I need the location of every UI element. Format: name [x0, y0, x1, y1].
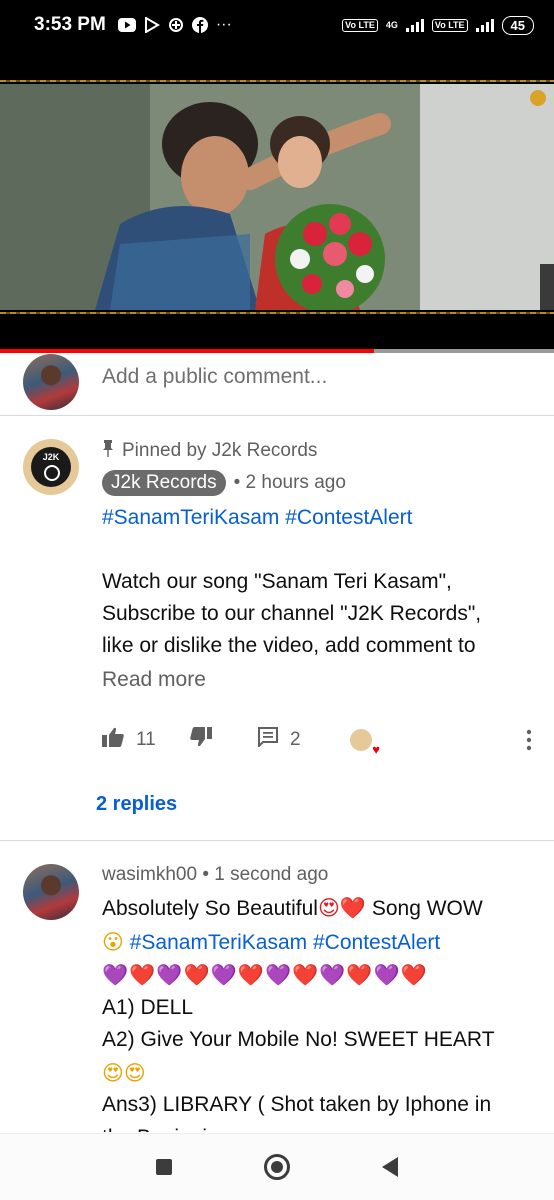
purple-heart: 💜: [102, 963, 130, 987]
comment-body-line: like or dislike the video, add comment t…: [102, 634, 476, 657]
pinned-label-row: Pinned by J2k Records: [102, 439, 317, 463]
purple-heart: 💜: [210, 963, 238, 987]
more-notifications: ···: [215, 16, 232, 33]
video-player[interactable]: [0, 50, 554, 353]
comment-body-line: Watch our song "Sanam Teri Kasam",: [102, 570, 452, 593]
home-button[interactable]: [264, 1154, 290, 1180]
comment-text: Song WOW: [366, 897, 483, 920]
answer-2-emoji: 😍😍: [102, 1060, 146, 1085]
comment-time: • 2 hours ago: [233, 472, 346, 493]
user-avatar: [23, 354, 79, 410]
video-thumbnail-image: [0, 84, 554, 310]
signal-icon: [405, 18, 424, 32]
thumbs-up-icon: [102, 727, 124, 753]
reply-count: 2: [290, 729, 301, 750]
add-comment-row[interactable]: Add a public comment...: [0, 353, 554, 416]
system-nav-bar: [0, 1133, 554, 1200]
facebook-icon: [191, 17, 208, 33]
volte-badge: Vo LTE: [342, 18, 378, 32]
commenter-avatar[interactable]: [23, 864, 79, 920]
app-notification-icon: [168, 17, 184, 33]
comment-hashtags[interactable]: #SanamTeriKasam #ContestAlert: [102, 502, 522, 534]
red-heart: ❤️: [346, 963, 374, 987]
reply-button[interactable]: 2: [258, 727, 350, 753]
pinned-comment: J2K Pinned by J2k Records J2k Records • …: [0, 417, 554, 841]
video-border-bottom: [0, 312, 554, 314]
red-heart: ❤️: [237, 963, 265, 987]
comment-time: • 1 second ago: [202, 864, 329, 885]
volte-badge-2: Vo LTE: [431, 18, 468, 32]
comment-line-2: 😮 #SanamTeriKasam #ContestAlert: [102, 926, 522, 960]
system-icons: Vo LTE 4G Vo LTE 45: [342, 15, 534, 35]
channel-avatar[interactable]: J2K: [23, 439, 79, 495]
comment-icon: [258, 727, 278, 753]
notification-icons: ···: [117, 16, 232, 34]
signal-icon-2: [475, 18, 494, 32]
status-bar: 3:53 PM ··· Vo LTE 4G Vo LTE 45: [0, 0, 554, 50]
purple-heart: 💜: [319, 963, 347, 987]
answer-2: A2) Give Your Mobile No! SWEET HEART: [102, 1028, 495, 1051]
answer-3: Ans3) LIBRARY ( Shot taken by Iphone in: [102, 1093, 492, 1116]
avatar-text: J2K: [42, 452, 60, 462]
emoji: 😍❤️: [317, 896, 367, 920]
comment-body-line: Subscribe to our channel "J2K Records",: [102, 602, 482, 625]
pinned-label: Pinned by J2k Records: [122, 440, 318, 461]
network-type: 4G: [385, 20, 398, 30]
purple-heart: 💜: [373, 963, 401, 987]
comment-author[interactable]: wasimkh00: [102, 864, 197, 885]
battery-icon: 45: [501, 15, 534, 35]
replies-link[interactable]: 2 replies: [96, 793, 177, 816]
channel-name-chip[interactable]: J2k Records: [102, 470, 226, 496]
hearts-row: 💜❤️💜❤️💜❤️💜❤️💜❤️💜❤️: [102, 959, 522, 992]
channel-watermark-icon[interactable]: [530, 90, 546, 106]
thumbs-down-icon: [190, 727, 212, 753]
creator-heart-icon: [350, 729, 380, 757]
comment-body: #SanamTeriKasam #ContestAlert Watch our …: [102, 502, 522, 662]
comment-input[interactable]: Add a public comment...: [102, 365, 327, 389]
video-border-top: [0, 80, 554, 82]
youtube-icon: [117, 18, 136, 32]
comment-hashtags[interactable]: #SanamTeriKasam #ContestAlert: [124, 931, 440, 954]
j2k-logo: J2K: [31, 447, 71, 487]
purple-heart: 💜: [264, 963, 293, 987]
red-heart: ❤️: [183, 963, 211, 987]
comment-meta: wasimkh00 • 1 second ago: [102, 864, 328, 886]
more-vertical-icon[interactable]: [516, 729, 542, 751]
user-comment: wasimkh00 • 1 second ago Absolutely So B…: [0, 842, 554, 1132]
purple-heart: 💜: [156, 963, 184, 987]
status-time: 3:53 PM: [34, 14, 106, 35]
pin-icon: [102, 439, 114, 463]
red-heart: ❤️: [129, 963, 157, 987]
answer-1: A1) DELL: [102, 995, 194, 1019]
answer-3-continued: the Beginning: [102, 1122, 522, 1133]
comment-meta: J2k Records • 2 hours ago: [102, 470, 346, 496]
comment-line-1: Absolutely So Beautiful😍❤️ Song WOW: [102, 892, 522, 926]
emoji: 😮: [102, 929, 124, 954]
read-more-link[interactable]: Read more: [102, 668, 206, 692]
like-count: 11: [136, 729, 156, 750]
dislike-button[interactable]: [190, 727, 258, 753]
back-button[interactable]: [382, 1157, 398, 1177]
video-frame[interactable]: [0, 84, 554, 310]
play-store-icon: [144, 17, 160, 33]
comment-text: Absolutely So Beautiful: [102, 897, 318, 920]
red-heart: ❤️: [400, 963, 428, 987]
recents-button[interactable]: [156, 1159, 172, 1175]
red-heart: ❤️: [292, 963, 320, 987]
comment-body: Absolutely So Beautiful😍❤️ Song WOW 😮 #S…: [102, 892, 522, 1132]
like-button[interactable]: 11: [102, 727, 190, 753]
comment-actions: 11 2: [102, 723, 542, 757]
